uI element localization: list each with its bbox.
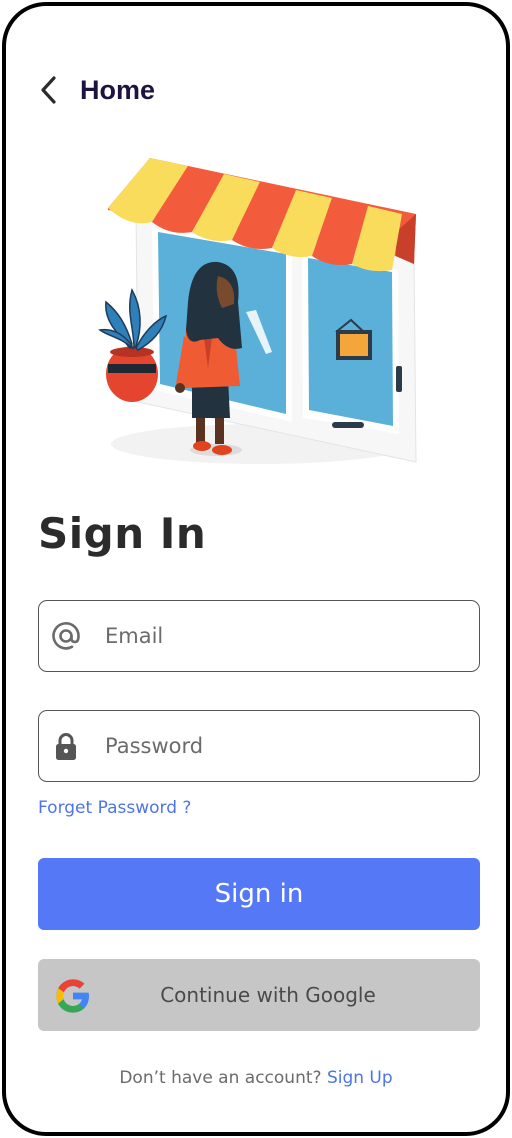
google-logo-icon [56,979,89,1013]
header-title: Home [80,74,156,105]
signup-prompt: Don’t have an account? [119,1068,322,1088]
password-field[interactable] [38,710,480,782]
page-title: Sign In [38,509,207,558]
signup-row: Don’t have an account? Sign Up [6,1068,506,1088]
chevron-left-icon [41,76,56,104]
sign-in-button[interactable]: Sign in [38,858,480,930]
back-button[interactable] [38,72,66,108]
email-field[interactable] [38,600,480,672]
email-input[interactable] [105,624,445,648]
shop-illustration [98,158,417,464]
phone-frame: Home Sign In Email Forget Password ? Sig… [2,2,510,1136]
continue-with-google-button[interactable]: Continue with Google [38,959,480,1031]
at-sign-icon [51,621,81,651]
password-input[interactable] [105,734,445,758]
google-button-label: Continue with Google [160,983,376,1007]
header: Home [38,72,155,108]
sign-up-link[interactable]: Sign Up [327,1068,393,1088]
lock-icon [51,731,81,761]
forgot-password-link[interactable]: Forget Password ? [38,798,191,818]
